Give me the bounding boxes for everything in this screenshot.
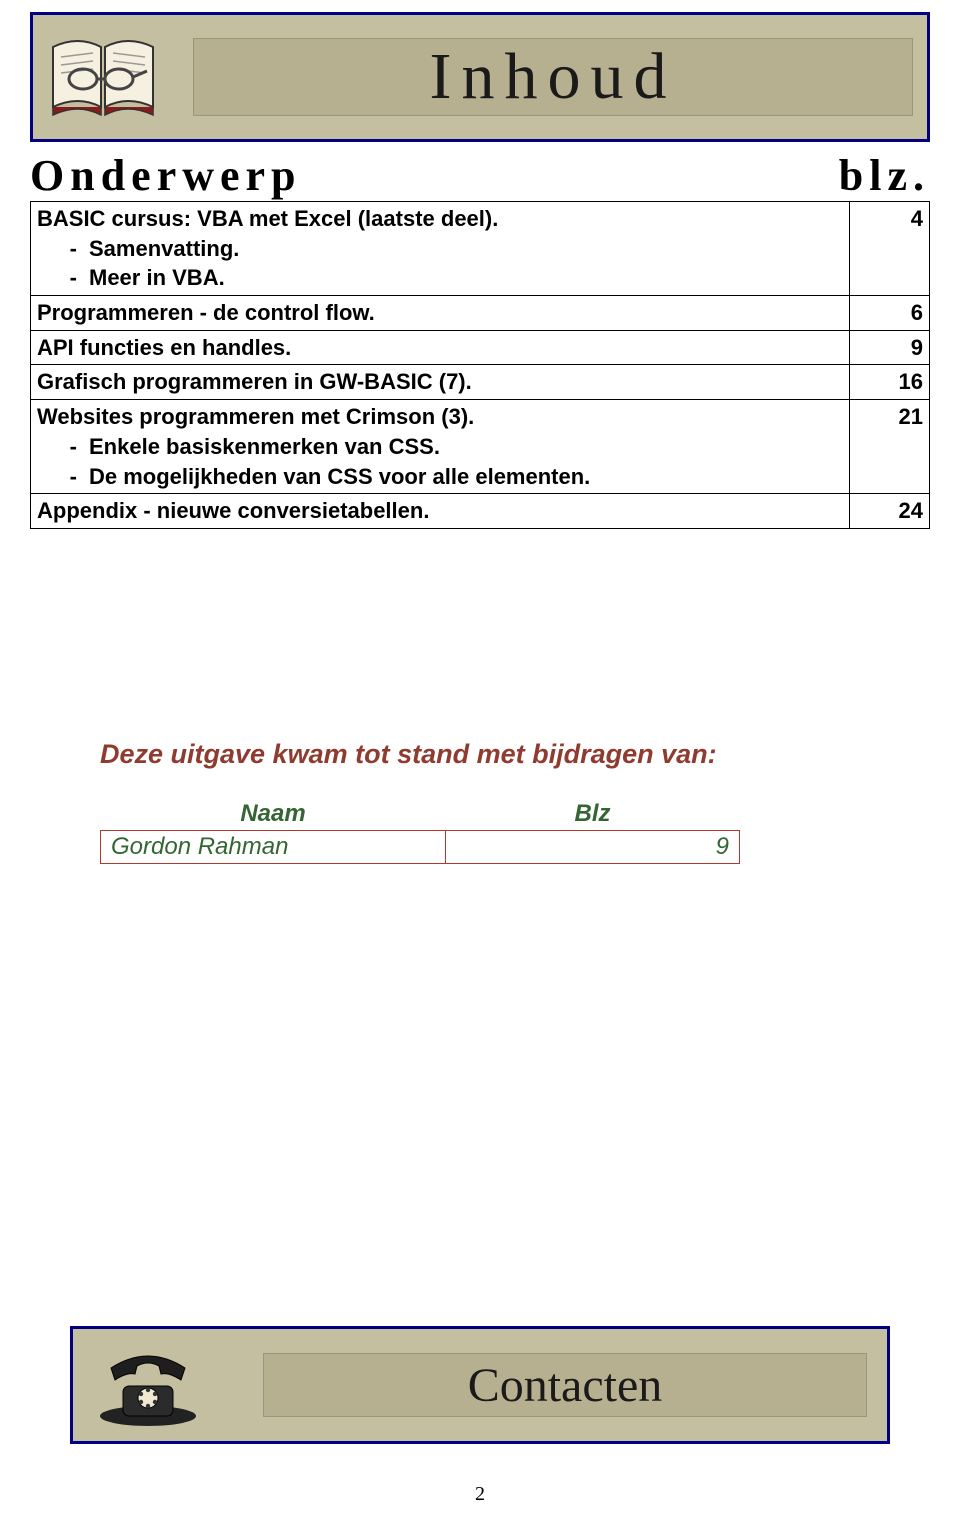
toc-row-title: Websites programmeren met Crimson (3).: [37, 404, 474, 429]
contrib-row: Gordon Rahman 9: [101, 830, 740, 863]
toc-row: Appendix - nieuwe conversietabellen. 24: [31, 494, 930, 529]
toc-row-title: Appendix - nieuwe conversietabellen.: [31, 494, 850, 529]
contributors-table: Naam Blz Gordon Rahman 9: [100, 798, 740, 864]
toc-subject-label: Onderwerp: [30, 150, 302, 201]
toc-row-page: 21: [850, 400, 930, 494]
contrib-name: Gordon Rahman: [101, 830, 446, 863]
toc-header-row: Onderwerp blz.: [30, 150, 930, 201]
toc-row-title: BASIC cursus: VBA met Excel (laatste dee…: [37, 206, 498, 231]
toc-page-label: blz.: [839, 150, 930, 201]
footer-title-box: Contacten: [263, 1353, 867, 1417]
toc-row: BASIC cursus: VBA met Excel (laatste dee…: [31, 202, 930, 296]
toc-row-page: 24: [850, 494, 930, 529]
credits-section: Deze uitgave kwam tot stand met bijdrage…: [100, 739, 860, 864]
toc-row-sub: Meer in VBA.: [77, 263, 843, 293]
toc-row: Grafisch programmeren in GW-BASIC (7). 1…: [31, 365, 930, 400]
toc-row-sub: De mogelijkheden van CSS voor alle eleme…: [77, 462, 843, 492]
contrib-blz-header: Blz: [446, 798, 740, 831]
toc-row-sub: Enkele basiskenmerken van CSS.: [77, 432, 843, 462]
contrib-name-header: Naam: [101, 798, 446, 831]
footer-title: Contacten: [468, 1358, 663, 1413]
footer-banner: Contacten: [70, 1326, 890, 1444]
contrib-blz: 9: [446, 830, 740, 863]
toc-row-page: 9: [850, 330, 930, 365]
toc-row: API functies en handles. 9: [31, 330, 930, 365]
header-banner: Inhoud: [30, 12, 930, 142]
open-book-icon: [43, 27, 163, 127]
toc-row-sub: Samenvatting.: [77, 234, 843, 264]
toc-row-page: 4: [850, 202, 930, 296]
toc-row-page: 16: [850, 365, 930, 400]
header-title-box: Inhoud: [193, 38, 913, 116]
toc-row-title: API functies en handles.: [31, 330, 850, 365]
toc-row: Programmeren - de control flow. 6: [31, 296, 930, 331]
toc-row-title: Programmeren - de control flow.: [31, 296, 850, 331]
toc-row-title: Grafisch programmeren in GW-BASIC (7).: [31, 365, 850, 400]
page-number: 2: [0, 1483, 960, 1506]
credits-title: Deze uitgave kwam tot stand met bijdrage…: [100, 739, 860, 770]
vintage-phone-icon: [93, 1340, 203, 1430]
header-title: Inhoud: [430, 39, 677, 115]
toc-table: BASIC cursus: VBA met Excel (laatste dee…: [30, 201, 930, 529]
toc-row: Websites programmeren met Crimson (3). E…: [31, 400, 930, 494]
toc-row-page: 6: [850, 296, 930, 331]
